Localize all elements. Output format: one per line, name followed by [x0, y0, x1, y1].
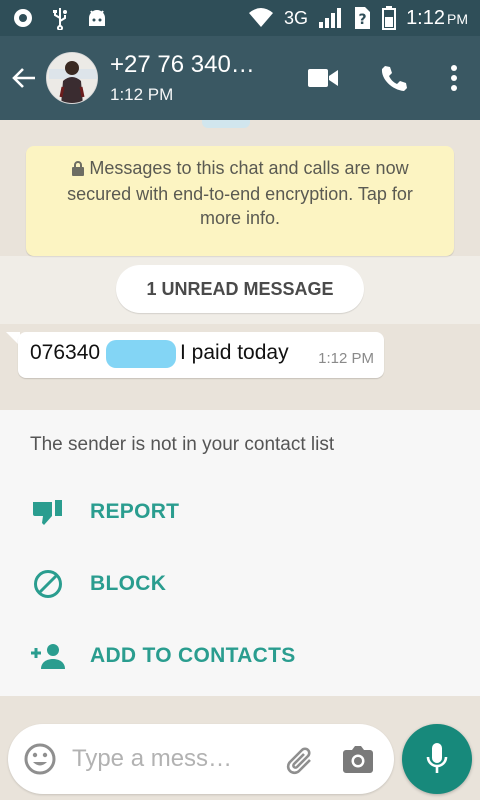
incoming-message[interactable]: 076340 I paid today 1:12 PM [18, 332, 384, 378]
thumbs-down-icon [0, 498, 90, 526]
video-call-button[interactable] [288, 36, 358, 120]
block-button[interactable]: BLOCK [0, 552, 480, 616]
network-type: 3G [284, 7, 309, 28]
back-arrow-icon [12, 68, 35, 88]
lock-icon [71, 158, 85, 182]
add-to-contacts-label: ADD TO CONTACTS [90, 644, 296, 667]
attach-button[interactable] [272, 743, 328, 775]
back-button[interactable] [2, 36, 46, 120]
more-vert-icon [451, 65, 457, 91]
unknown-sender-note: The sender is not in your contact list [30, 434, 335, 455]
message-input[interactable]: Type a mess… [72, 745, 272, 773]
message-text: I paid today [180, 341, 289, 364]
wifi-icon [248, 7, 274, 29]
signal-icon [318, 7, 342, 29]
encryption-notice[interactable]: Messages to this chat and calls are now … [26, 146, 454, 256]
android-icon [86, 7, 108, 29]
avatar[interactable] [46, 52, 98, 104]
report-button[interactable]: REPORT [0, 480, 480, 544]
battery-icon [382, 6, 397, 30]
profile-photo-icon [47, 53, 97, 103]
message-time: 1:12 PM [318, 350, 374, 367]
block-label: BLOCK [90, 572, 167, 595]
scroll-indicator [202, 120, 250, 128]
report-label: REPORT [90, 500, 180, 523]
voice-call-button[interactable] [358, 36, 428, 120]
svg-text:?: ? [359, 12, 367, 28]
notification-dot-icon [12, 7, 34, 29]
emoji-button[interactable] [8, 743, 72, 775]
video-camera-icon [308, 69, 338, 87]
camera-button[interactable] [328, 744, 388, 774]
add-person-icon [0, 642, 90, 670]
unread-messages-badge: 1 UNREAD MESSAGE [116, 265, 364, 313]
encryption-notice-text: Messages to this chat and calls are now … [67, 158, 413, 228]
block-icon [0, 569, 90, 599]
status-bar: 3G ? 1:12 PM [0, 0, 480, 36]
more-options-button[interactable] [428, 36, 480, 120]
unknown-sender-panel: The sender is not in your contact list R… [0, 410, 480, 696]
message-composer: Type a mess… [8, 724, 394, 794]
no-sim-icon: ? [352, 6, 372, 30]
add-to-contacts-button[interactable]: ADD TO CONTACTS [0, 624, 480, 688]
camera-icon [343, 746, 373, 773]
chat-header: +27 76 340… 1:12 PM [0, 36, 480, 120]
redaction-mark [106, 340, 176, 368]
last-seen: 1:12 PM [110, 85, 174, 104]
status-time: 1:12 PM [406, 6, 468, 29]
usb-icon [52, 6, 68, 30]
phone-icon [381, 66, 407, 91]
paperclip-icon [286, 747, 311, 775]
contact-name[interactable]: +27 76 340… [110, 51, 280, 79]
microphone-icon [426, 743, 448, 773]
emoji-icon [24, 743, 56, 775]
message-number: 076340 [30, 341, 101, 364]
voice-message-button[interactable] [402, 724, 472, 794]
chat-area[interactable]: Messages to this chat and calls are now … [0, 120, 480, 706]
